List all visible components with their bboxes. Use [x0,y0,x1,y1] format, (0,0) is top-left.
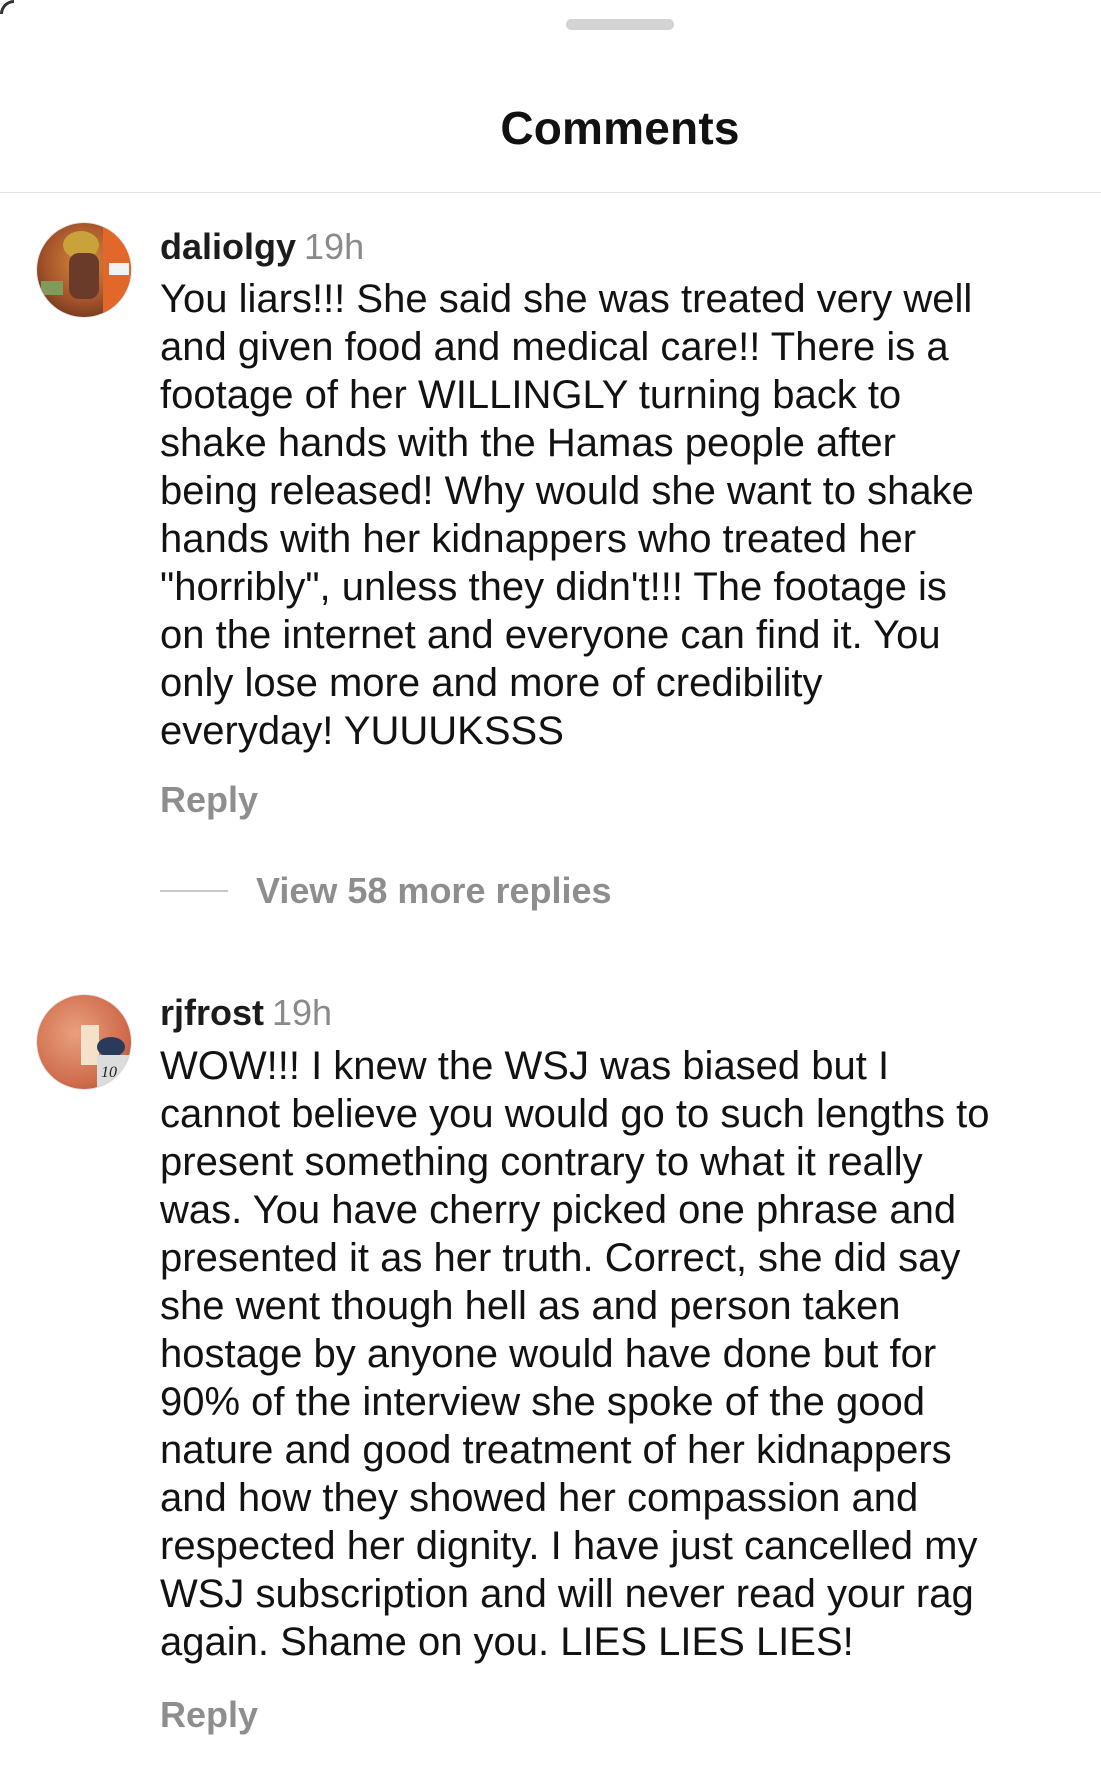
replies-divider [160,890,228,892]
username[interactable]: rjfrost [160,992,264,1033]
comment-line: presented it as her truth. Correct, she … [160,1236,961,1280]
svg-text:10: 10 [101,1064,117,1081]
avatar[interactable] [36,222,132,318]
user-avatar-photo-icon [37,223,131,317]
view-replies-label: View 58 more replies [256,870,612,911]
comment-text: You liars!!! She said she was treated ve… [160,275,1090,755]
view-replies-button[interactable]: View 58 more replies [160,869,612,913]
comment-line: she went though hell as and person taken [160,1284,901,1328]
timestamp: 19h [272,992,333,1033]
reply-button[interactable]: Reply [160,1693,258,1737]
comment-line: everyday! YUUUKSSS [160,709,564,753]
comment-line: footage of her WILLINGLY turning back to [160,373,902,417]
page-title: Comments [500,102,740,154]
comment-line: on the internet and everyone can find it… [160,613,941,657]
comment-line: respected her dignity. I have just cance… [160,1524,978,1568]
comment-line: WOW!!! I knew the WSJ was biased but I [160,1044,890,1088]
comment-line: hands with her kidnappers who treated he… [160,517,917,561]
comment-line: You liars!!! She said she was treated ve… [160,277,973,321]
comment-line: present something contrary to what it re… [160,1140,923,1184]
sheet-corner [0,0,14,14]
avatar[interactable]: 10 [36,994,132,1090]
comment-line: 90% of the interview she spoke of the go… [160,1380,925,1424]
comment-line: shake hands with the Hamas people after [160,421,896,465]
user-avatar-photo-icon: 10 [37,995,131,1089]
header-divider [0,192,1101,193]
comment-line: only lose more and more of credibility [160,661,823,705]
reply-button[interactable]: Reply [160,778,258,822]
comments-sheet: Comments daliolgy 19h You liars!!! She s… [0,0,1101,1779]
comment-line: WSJ subscription and will never read you… [160,1572,974,1616]
comment-line: "horribly", unless they didn't!!! The fo… [160,565,947,609]
comment-line: and given food and medical care!! There … [160,325,949,369]
timestamp: 19h [304,226,365,267]
drag-handle[interactable] [566,19,674,30]
comment-line: again. Shame on you. LIES LIES LIES! [160,1620,854,1664]
comment-line: was. You have cherry picked one phrase a… [160,1188,957,1232]
comment-line: and how they showed her compassion and [160,1476,919,1520]
username[interactable]: daliolgy [160,226,296,267]
comment-line: nature and good treatment of her kidnapp… [160,1428,952,1472]
comment-meta: daliolgy 19h [160,225,364,269]
comment-line: hostage by anyone would have done but fo… [160,1332,937,1376]
comment-text: WOW!!! I knew the WSJ was biased but I c… [160,1042,1090,1666]
comment-line: cannot believe you would go to such leng… [160,1092,990,1136]
comment-meta: rjfrost 19h [160,991,332,1035]
comment-line: being released! Why would she want to sh… [160,469,974,513]
